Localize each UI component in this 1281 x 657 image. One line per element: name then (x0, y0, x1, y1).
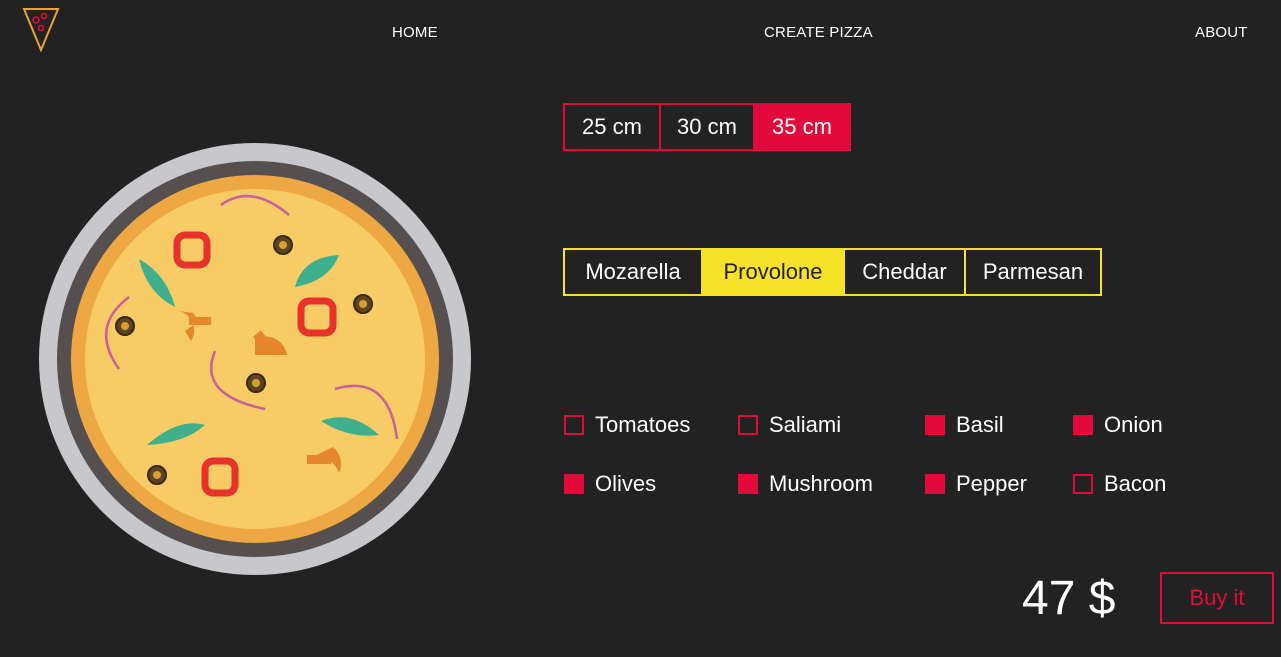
cheese-option-cheddar[interactable]: Cheddar (843, 250, 964, 294)
topping-label: Bacon (1104, 471, 1167, 496)
topping-checkbox[interactable] (1073, 474, 1093, 494)
topping-label: Pepper (956, 471, 1027, 496)
topping-label: Tomatoes (595, 412, 691, 437)
nav-create-pizza-link[interactable]: CREATE PIZZA (764, 24, 873, 41)
topping-checkbox[interactable] (564, 474, 584, 494)
size-selector: 25 cm 30 cm 35 cm (563, 103, 851, 151)
topping-checkbox[interactable] (925, 415, 945, 435)
cheese-selector: Mozarella Provolone Cheddar Parmesan (563, 248, 1102, 296)
topping-checkbox[interactable] (1073, 415, 1093, 435)
topping-mushroom[interactable]: Mushroom (738, 471, 873, 497)
topping-label: Mushroom (769, 471, 873, 496)
topping-checkbox[interactable] (925, 474, 945, 494)
topping-checkbox[interactable] (564, 415, 584, 435)
topping-olives[interactable]: Olives (564, 471, 656, 497)
topping-label: Onion (1104, 412, 1163, 437)
pizza-illustration (39, 143, 471, 575)
topping-pepper[interactable]: Pepper (925, 471, 1027, 497)
buy-button[interactable]: Buy it (1160, 572, 1274, 624)
cheese-option-provolone[interactable]: Provolone (701, 250, 843, 294)
price-label: 47 $ (1022, 572, 1116, 625)
topping-basil[interactable]: Basil (925, 412, 1004, 438)
topping-label: Saliami (769, 412, 842, 437)
topping-label: Olives (595, 471, 657, 496)
topping-bacon[interactable]: Bacon (1073, 471, 1166, 497)
nav-home-link[interactable]: HOME (392, 24, 438, 41)
cheese-option-mozarella[interactable]: Mozarella (565, 250, 701, 294)
topping-checkbox[interactable] (738, 415, 758, 435)
topping-tomatoes[interactable]: Tomatoes (564, 412, 690, 438)
nav-about-link[interactable]: ABOUT (1195, 24, 1248, 41)
topping-saliami[interactable]: Saliami (738, 412, 841, 438)
topping-label: Basil (956, 412, 1004, 437)
topping-onion[interactable]: Onion (1073, 412, 1163, 438)
topping-checkbox[interactable] (738, 474, 758, 494)
cheese-option-parmesan[interactable]: Parmesan (964, 250, 1100, 294)
size-option-25cm[interactable]: 25 cm (565, 105, 659, 149)
size-option-30cm[interactable]: 30 cm (659, 105, 753, 149)
size-option-35cm[interactable]: 35 cm (753, 105, 849, 149)
pizza-slice-icon[interactable] (22, 6, 60, 52)
